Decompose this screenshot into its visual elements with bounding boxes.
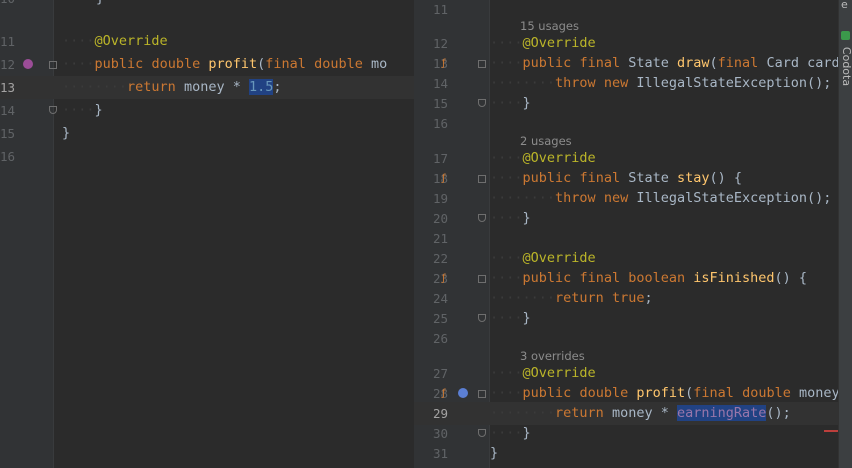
override-marker-icon[interactable]: ƒ (442, 388, 446, 400)
override-annotation: @Override (522, 150, 596, 166)
fold-toggle-icon[interactable] (478, 275, 486, 283)
override-annotation: @Override (522, 250, 596, 266)
override-marker-icon[interactable]: ƒ (442, 173, 446, 185)
line-number: 12 (0, 57, 16, 72)
line-number: 15 (0, 126, 16, 141)
override-annotation: @Override (522, 35, 596, 51)
line-number: 16 (0, 149, 16, 164)
line-number: 14 (0, 103, 16, 118)
override-marker-icon[interactable]: ƒ (442, 58, 446, 70)
fold-toggle-icon[interactable] (478, 60, 486, 68)
fold-end-icon[interactable] (478, 314, 486, 322)
line-number: 16 (432, 116, 448, 131)
fold-end-icon[interactable] (49, 106, 57, 114)
tool-window-tab-partial[interactable]: e (841, 0, 848, 11)
code-line[interactable]: 11 ····@Override (0, 30, 414, 53)
right-editor-pane[interactable]: 11 15 usages 12 ····@Override 13 ƒ ····p… (414, 0, 838, 468)
line-number: 31 (432, 446, 448, 461)
fold-end-icon[interactable] (478, 99, 486, 107)
code-line[interactable]: 16 (0, 145, 414, 168)
override-marker-icon[interactable]: ƒ (442, 273, 446, 285)
error-stripe-mark[interactable] (824, 430, 838, 432)
override-annotation: @Override (522, 365, 596, 381)
fold-toggle-icon[interactable] (49, 61, 57, 69)
implemented-by-icon[interactable] (458, 388, 468, 398)
line-number: 13 (0, 80, 16, 95)
current-code-line[interactable]: 13 ········return money * 1.5; (0, 76, 414, 99)
line-number: 11 (0, 34, 16, 49)
method-name: profit (208, 56, 258, 72)
fold-toggle-icon[interactable] (478, 390, 486, 398)
right-tool-strip: e Codota (838, 0, 852, 468)
closing-brace: } (96, 0, 104, 10)
line-number: 10 (0, 0, 15, 10)
method-name: draw (677, 55, 710, 71)
code-line[interactable]: 14 ····} (0, 99, 414, 122)
fold-end-icon[interactable] (478, 429, 486, 437)
selected-identifier[interactable]: earningRate (676, 405, 767, 421)
line-number: 26 (432, 331, 448, 346)
override-annotation: @Override (94, 33, 168, 49)
line-number: 11 (432, 2, 448, 17)
codota-tool-tab[interactable]: Codota (840, 47, 852, 86)
method-name: profit (636, 385, 686, 401)
implements-icon[interactable] (23, 59, 33, 69)
left-editor-pane[interactable]: 10 } 11 ····@Override 12 ····public doub… (0, 0, 414, 468)
fold-toggle-icon[interactable] (478, 175, 486, 183)
selected-number[interactable]: 1.5 (248, 79, 274, 95)
code-line[interactable]: 12 ····public double profit(final double… (0, 53, 414, 76)
fold-end-icon[interactable] (478, 214, 486, 222)
code-line[interactable]: 15 } (0, 122, 414, 145)
codota-icon[interactable] (841, 31, 850, 40)
method-name: isFinished (693, 270, 775, 286)
method-name: stay (677, 170, 710, 186)
code-line[interactable]: 10 } (0, 0, 414, 10)
